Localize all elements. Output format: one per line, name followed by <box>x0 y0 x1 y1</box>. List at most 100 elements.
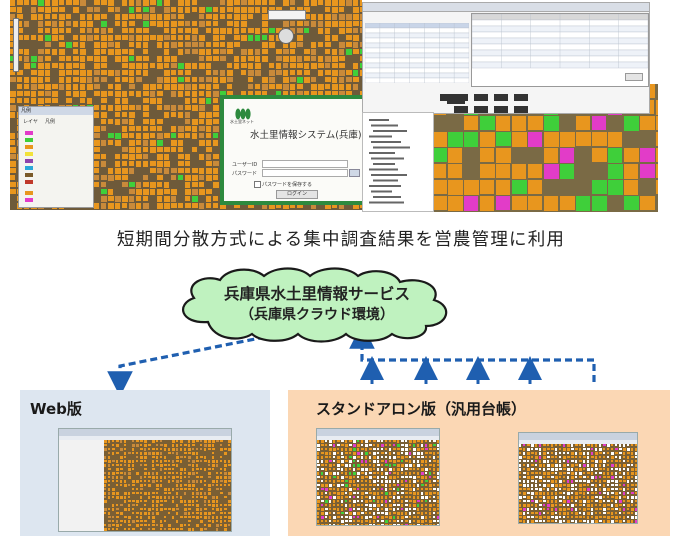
parcel <box>349 492 352 495</box>
parcel <box>417 464 420 467</box>
parcel <box>397 464 400 467</box>
parcel <box>123 492 127 495</box>
parcel <box>195 472 198 474</box>
parcel <box>587 460 589 463</box>
parcel <box>341 516 343 518</box>
parcel <box>615 472 617 475</box>
parcel <box>337 524 339 525</box>
parcel <box>631 460 633 463</box>
parcel <box>393 484 396 486</box>
parcel <box>115 444 119 447</box>
parcel <box>187 452 191 454</box>
parcel <box>321 512 324 515</box>
parcel <box>227 464 231 466</box>
parcel <box>107 520 111 522</box>
parcel <box>417 524 420 525</box>
parcel <box>389 464 391 467</box>
parcel <box>115 504 118 506</box>
parcel <box>329 468 331 470</box>
parcel <box>139 452 142 455</box>
parcel <box>401 444 404 446</box>
parcel <box>223 516 227 518</box>
parcel <box>155 512 159 515</box>
parcel <box>595 500 598 502</box>
parcel <box>413 500 416 503</box>
parcel <box>115 452 119 454</box>
parcel <box>389 484 391 487</box>
parcel <box>579 448 581 451</box>
parcel <box>159 524 163 527</box>
parcel <box>219 468 222 470</box>
parcel <box>563 444 565 447</box>
parcel <box>167 512 170 514</box>
parcel <box>107 460 111 463</box>
parcel <box>357 464 360 467</box>
parcel <box>215 500 218 503</box>
parcel <box>333 524 335 525</box>
parcel <box>325 476 327 479</box>
parcel <box>555 504 557 506</box>
parcel <box>631 444 633 446</box>
parcel <box>341 448 343 451</box>
parcel <box>321 484 324 487</box>
parcel <box>191 492 194 495</box>
parcel <box>591 484 594 486</box>
parcel <box>373 516 376 519</box>
parcel <box>531 504 533 506</box>
parcel <box>437 524 439 525</box>
parcel <box>547 488 549 491</box>
parcel <box>535 460 537 462</box>
parcel <box>377 472 379 474</box>
parcel <box>619 500 622 503</box>
parcel <box>437 476 439 479</box>
parcel <box>123 440 126 443</box>
parcel <box>365 476 368 478</box>
parcel <box>365 460 367 463</box>
parcel <box>551 468 554 471</box>
parcel <box>219 480 223 482</box>
parcel <box>385 476 387 479</box>
parcel <box>575 488 577 490</box>
parcel <box>175 520 178 523</box>
parcel <box>571 504 574 507</box>
parcel <box>389 444 391 446</box>
parcel <box>381 492 383 494</box>
parcel <box>191 528 194 531</box>
parcel <box>615 480 618 483</box>
parcel <box>207 468 211 470</box>
parcel <box>167 464 170 466</box>
parcel <box>413 472 415 474</box>
parcel <box>413 480 416 483</box>
parcel <box>183 516 187 518</box>
parcel <box>215 516 218 519</box>
parcel <box>523 444 525 446</box>
parcel <box>381 524 384 525</box>
parcel <box>195 496 198 498</box>
parcel <box>329 512 331 514</box>
parcel <box>425 468 428 471</box>
parcel <box>623 480 626 482</box>
parcel <box>583 448 586 450</box>
parcel <box>333 500 335 503</box>
parcel <box>207 460 210 463</box>
parcel <box>317 456 319 459</box>
parcel <box>325 492 327 494</box>
parcel <box>353 504 355 507</box>
parcel <box>409 460 411 463</box>
parcel <box>575 456 577 458</box>
parcel <box>429 440 431 442</box>
parcel <box>571 520 574 522</box>
parcel <box>437 452 439 454</box>
parcel <box>211 480 215 483</box>
parcel <box>623 464 626 467</box>
parcel <box>191 500 194 503</box>
parcel <box>579 484 582 487</box>
parcel <box>183 472 186 474</box>
parcel <box>123 456 126 458</box>
parcel <box>211 440 215 443</box>
parcel <box>333 492 336 494</box>
parcel <box>429 476 431 478</box>
parcel <box>333 504 335 506</box>
parcel <box>627 484 629 487</box>
parcel <box>139 528 142 530</box>
